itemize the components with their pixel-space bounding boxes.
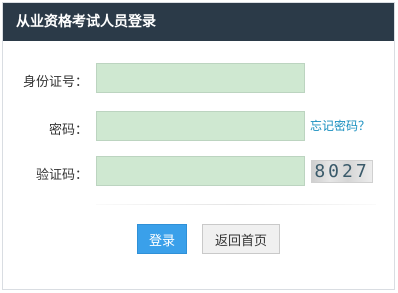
back-home-button[interactable]: 返回首页 (202, 224, 280, 254)
id-number-label: 身份证号： (22, 75, 88, 90)
password-input[interactable] (96, 111, 305, 141)
id-number-input[interactable] (96, 63, 305, 93)
login-panel: 从业资格考试人员登录 身份证号： 密码： 忘记密码？ 验证码： 8027 登录 … (2, 2, 395, 290)
captcha-image[interactable]: 8027 (311, 160, 373, 183)
forgot-password-link[interactable]: 忘记密码？ (310, 117, 370, 134)
captcha-label: 验证码： (35, 168, 88, 183)
captcha-input[interactable] (96, 156, 305, 186)
password-label: 密码： (48, 123, 88, 138)
form-divider (96, 204, 376, 205)
panel-title: 从业资格考试人员登录 (3, 3, 394, 41)
login-button[interactable]: 登录 (137, 224, 187, 254)
